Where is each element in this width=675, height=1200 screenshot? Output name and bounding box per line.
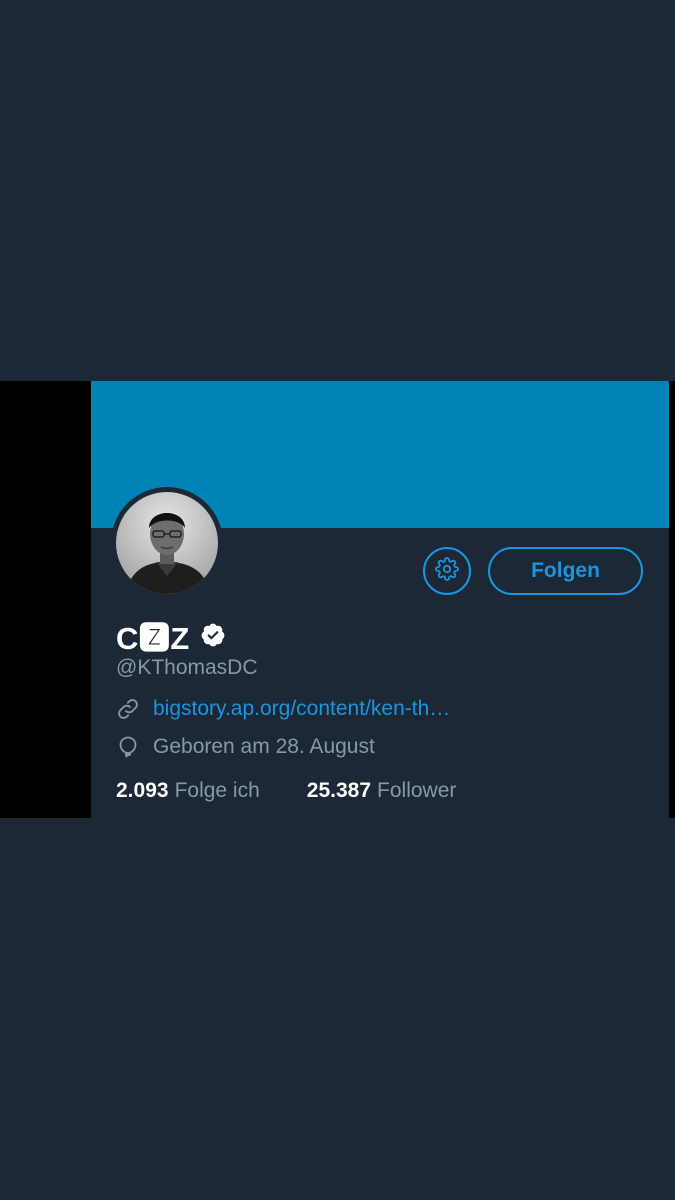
avatar-photo	[116, 492, 218, 594]
name-row: C🆉Z	[116, 617, 226, 656]
follow-stats: 2.093 Folge ich 25.387 Follower	[116, 779, 456, 803]
website-row: bigstory.ap.org/content/ken-th…	[116, 697, 450, 721]
letterbox-left	[0, 381, 91, 818]
follow-button[interactable]: Folgen	[488, 547, 643, 595]
profile-card: Folgen C🆉Z @KThomasDC bigstory.ap.org/co…	[91, 381, 669, 818]
following-count: 2.093	[116, 779, 169, 802]
settings-button[interactable]	[423, 547, 471, 595]
display-name: C🆉Z	[116, 620, 190, 656]
verified-badge-icon	[200, 622, 226, 648]
gear-icon	[435, 556, 459, 586]
link-icon	[116, 697, 140, 721]
followers-label: Follower	[377, 779, 457, 802]
birthday-text: Geboren am 28. August	[153, 735, 375, 758]
followers-count: 25.387	[306, 779, 372, 802]
following-stat[interactable]: 2.093 Folge ich	[116, 779, 260, 803]
balloon-icon	[116, 735, 140, 759]
avatar[interactable]	[111, 487, 223, 599]
followers-stat[interactable]: 25.387 Follower	[307, 779, 457, 803]
following-label: Folge ich	[174, 779, 260, 802]
letterbox-right	[669, 381, 675, 818]
website-link[interactable]: bigstory.ap.org/content/ken-th…	[153, 697, 450, 721]
profile-handle: @KThomasDC	[116, 656, 258, 679]
birthday-row: Geboren am 28. August	[116, 735, 375, 759]
